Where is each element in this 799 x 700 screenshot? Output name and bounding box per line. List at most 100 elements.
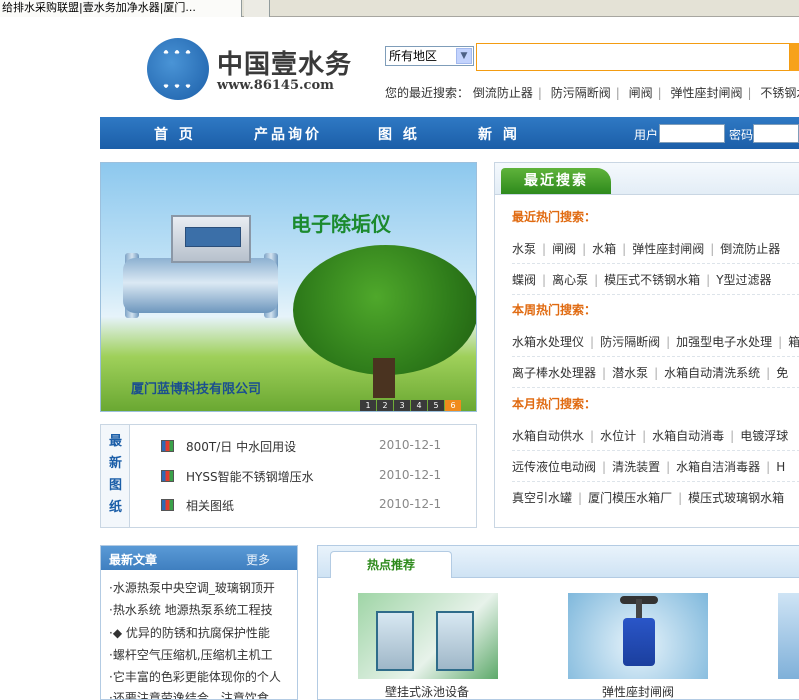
banner-page-5[interactable]: 5 [428, 400, 444, 411]
product-caption[interactable]: 弹性座封闸阀 [602, 683, 674, 699]
nav-drawings[interactable]: 图 纸 [378, 124, 420, 144]
hot-term[interactable]: 蝶阀 [512, 273, 536, 287]
separator: | [710, 242, 715, 256]
hot-term[interactable]: 水箱自动清洗系统 [664, 366, 760, 380]
hot-term[interactable]: 水箱自动消毒 [652, 429, 724, 443]
hot-search-line: 远传液位电动阀 | 清洗装置 | 水箱自洁消毒器 | H [512, 458, 799, 482]
article-link[interactable]: ·还要注意劳逸结合、注意饮食、 [109, 689, 297, 699]
article-link[interactable]: ·螺杆空气压缩机,压缩机主机工 [109, 646, 297, 663]
tab-hot-recommend[interactable]: 热点推荐 [330, 551, 452, 578]
drawing-title[interactable]: 相关图纸 [186, 497, 234, 514]
rar-file-icon [161, 470, 174, 482]
separator: | [730, 429, 735, 443]
hot-search-line: 真空引水罐 | 厦门模压水箱厂 | 模压式玻璃钢水箱 [512, 489, 799, 512]
more-link[interactable]: 更多 [246, 551, 270, 568]
chevron-down-icon[interactable]: ▼ [456, 48, 472, 64]
hot-term[interactable]: 离心泵 [552, 273, 588, 287]
browser-tab-new[interactable] [244, 0, 270, 17]
separator: | [590, 429, 595, 443]
banner-page-2[interactable]: 2 [377, 400, 393, 411]
separator: | [642, 429, 647, 443]
article-link[interactable]: ·水源热泵中央空调_玻璃钢顶开 [109, 579, 297, 596]
hot-term[interactable]: 离子棒水处理器 [512, 366, 596, 380]
hot-term[interactable]: H [776, 460, 785, 474]
equipment-unit [376, 611, 414, 671]
banner-page-4[interactable]: 4 [411, 400, 427, 411]
nav-news[interactable]: 新 闻 [478, 124, 520, 144]
article-link[interactable]: ·◆ 优异的防锈和抗腐保护性能 [109, 624, 297, 641]
drawing-title[interactable]: HYSS智能不锈钢增压水 [186, 468, 314, 485]
section-title: 本月热门搜索： [512, 397, 597, 411]
hot-term[interactable]: 电镀浮球 [740, 429, 788, 443]
tab-recent-search[interactable]: 最近搜索 [501, 168, 611, 194]
drawing-title[interactable]: 800T/日 中水回用设 [186, 438, 296, 455]
region-select[interactable]: 所有地区 ▼ [385, 46, 474, 66]
hot-term[interactable]: 水箱 [592, 242, 616, 256]
recent-term[interactable]: 闸阀 [629, 86, 653, 100]
latest-articles-title: 最新文章 [109, 553, 158, 567]
logo-icon[interactable] [147, 38, 209, 100]
nav-home[interactable]: 首 页 [154, 124, 196, 144]
hot-term[interactable]: 厦门模压水箱厂 [588, 491, 672, 505]
list-item[interactable]: 相关图纸 2010-12-1 [161, 496, 451, 516]
hot-term[interactable]: 水箱水处理仪 [512, 335, 584, 349]
banner-slideshow[interactable]: 电子除垢仪 厦门蓝博科技有限公司 123456 [100, 162, 477, 412]
hot-term[interactable]: 弹性座封闸阀 [632, 242, 704, 256]
article-link[interactable]: ·它丰富的色彩更能体现你的个人 [109, 668, 297, 685]
hot-search-line: 蝶阀 | 离心泵 | 模压式不锈钢水箱 | Y型过滤器 [512, 271, 799, 295]
hot-term[interactable]: Y型过滤器 [716, 273, 771, 287]
hot-term[interactable]: 水箱自动供水 [512, 429, 584, 443]
hot-term[interactable]: 闸阀 [552, 242, 576, 256]
recent-term[interactable]: 不锈钢水箱 [760, 86, 799, 100]
banner-page-6[interactable]: 6 [445, 400, 461, 411]
password-input[interactable] [753, 124, 799, 143]
logo-url[interactable]: www.86145.com [217, 78, 334, 93]
nav-product-inquiry[interactable]: 产品询价 [254, 124, 322, 144]
hot-term[interactable]: 远传液位电动阀 [512, 460, 596, 474]
product-image-pool-equipment[interactable] [358, 593, 498, 679]
hot-term[interactable]: 免 [776, 366, 788, 380]
username-input[interactable] [659, 124, 725, 143]
banner-page-3[interactable]: 3 [394, 400, 410, 411]
article-link[interactable]: ·热水系统 地源热泵系统工程技 [109, 601, 297, 618]
product-image-partial[interactable] [778, 593, 799, 679]
hot-term[interactable]: 防污隔断阀 [600, 335, 660, 349]
hot-term[interactable]: 水泵 [512, 242, 536, 256]
rar-file-icon [161, 499, 174, 511]
hot-term[interactable]: 模压式不锈钢水箱 [604, 273, 700, 287]
separator: | [578, 491, 583, 505]
recent-term[interactable]: 防污隔断阀 [551, 86, 611, 100]
recent-term[interactable]: 倒流防止器 [473, 86, 533, 100]
separator: | [602, 366, 607, 380]
search-input[interactable] [476, 43, 790, 71]
separator: | [778, 335, 783, 349]
hot-term[interactable]: 清洗装置 [612, 460, 660, 474]
hot-term[interactable]: 水位计 [600, 429, 636, 443]
banner-title: 电子除垢仪 [291, 212, 391, 236]
browser-tab-active[interactable]: 给排水采购联盟|壹水务加净水器|厦门... [0, 0, 242, 17]
hot-term[interactable]: 真空引水罐 [512, 491, 572, 505]
separator: | [542, 242, 547, 256]
search-button[interactable] [790, 43, 799, 71]
hot-term[interactable]: 箱 [788, 335, 799, 349]
tree-trunk [373, 358, 395, 398]
recent-search-label: 您的最近搜索： [385, 86, 470, 100]
hot-term[interactable]: 加强型电子水处理 [676, 335, 772, 349]
recent-term[interactable]: 弹性座封闸阀 [671, 86, 743, 100]
hot-term[interactable]: 模压式玻璃钢水箱 [688, 491, 784, 505]
product-caption[interactable]: 壁挂式泳池设备 [385, 683, 469, 699]
product-image-gate-valve[interactable] [568, 593, 708, 679]
separator: | [537, 86, 542, 100]
separator: | [678, 491, 683, 505]
hot-term[interactable]: 潜水泵 [612, 366, 648, 380]
banner-page-1[interactable]: 1 [360, 400, 376, 411]
hot-term[interactable]: 倒流防止器 [720, 242, 780, 256]
list-item[interactable]: HYSS智能不锈钢增压水 2010-12-1 [161, 467, 451, 487]
separator: | [706, 273, 711, 287]
recent-search-row: 您的最近搜索： 倒流防止器 | 防污隔断阀 | 闸阀 | 弹性座封闸阀 | 不锈钢水箱 [385, 84, 799, 101]
logo-text[interactable]: 中国壹水务 [217, 44, 352, 81]
hot-term[interactable]: 水箱自洁消毒器 [676, 460, 760, 474]
hot-search-line: 水箱自动供水 | 水位计 | 水箱自动消毒 | 电镀浮球 [512, 427, 799, 451]
list-item[interactable]: 800T/日 中水回用设 2010-12-1 [161, 437, 451, 457]
latest-drawings-box: 最 新 图 纸 800T/日 中水回用设 2010-12-1 HYSS智能不锈钢… [100, 424, 477, 528]
